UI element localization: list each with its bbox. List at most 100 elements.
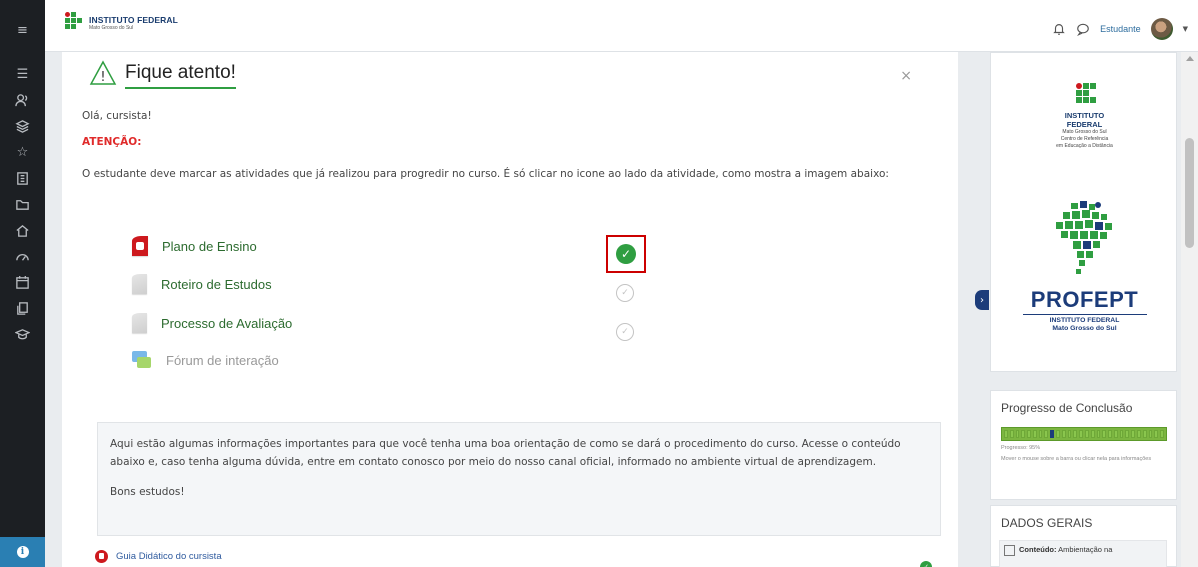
general-data-block: DADOS GERAIS Conteúdo: Ambientação na [990, 505, 1177, 567]
ifms-header-logo[interactable]: INSTITUTO FEDERAL Mato Grosso do Sul [65, 12, 178, 34]
progress-segment[interactable] [1009, 430, 1014, 438]
activity-forum-de-interacao: Fórum de interação [132, 351, 279, 369]
info-icon: i [16, 546, 29, 558]
guide-link[interactable]: Guia Didático do cursista [95, 550, 222, 563]
progress-block: Progresso de Conclusão Progresso: 95% Mo… [990, 390, 1177, 500]
activity-label: Fórum de interação [166, 352, 279, 368]
attention-label: ATENÇÃO: [82, 136, 142, 148]
guide-completion-check-icon[interactable]: ✓ [920, 561, 932, 567]
ifms-sub-3: em Educação a Distância [1056, 143, 1113, 149]
scroll-up-icon[interactable] [1186, 56, 1194, 61]
progress-bar[interactable] [1001, 427, 1167, 441]
progress-segment[interactable] [1108, 430, 1112, 438]
progress-segment[interactable] [1131, 430, 1135, 438]
user-area: Estudante ▼ [1052, 18, 1188, 40]
scrollbar-thumb[interactable] [1185, 138, 1194, 248]
list-icon [1004, 545, 1015, 556]
dashboard-icon[interactable] [0, 244, 45, 268]
calendar-icon[interactable] [0, 270, 45, 294]
activity-roteiro-de-estudos: Roteiro de Estudos [132, 274, 272, 294]
modal-content: ! Fique atento! × Olá, cursista! ATENÇÃO… [62, 52, 958, 567]
profept-map-icon [1056, 201, 1112, 274]
info-button[interactable]: i [0, 537, 45, 567]
layers-icon[interactable] [0, 114, 45, 138]
guide-label[interactable]: Guia Didático do cursista [116, 551, 222, 562]
info-box: Aqui estão algumas informações important… [97, 422, 941, 536]
pdf-icon [95, 550, 108, 563]
content-value: Ambientação na [1058, 545, 1113, 554]
logo-subtitle: Mato Grosso do Sul [89, 25, 134, 31]
progress-segment[interactable] [1096, 430, 1101, 438]
home-icon[interactable] [0, 218, 45, 242]
content-label: Conteúdo: [1019, 545, 1057, 554]
progress-segment[interactable] [1090, 430, 1095, 438]
progress-percent: Progresso: 95% [1001, 445, 1041, 451]
ifms-logo-icon [65, 12, 85, 34]
progress-segment[interactable] [1084, 430, 1089, 438]
bell-icon[interactable] [1052, 22, 1066, 36]
progress-segment[interactable] [1148, 430, 1153, 438]
folder-icon[interactable] [0, 192, 45, 216]
list-icon[interactable]: ☰ [0, 62, 45, 86]
drawer-toggle-chevron-icon[interactable]: › [975, 290, 989, 310]
progress-segment[interactable] [1142, 430, 1147, 438]
progress-segment[interactable] [1015, 430, 1020, 438]
progress-segment[interactable] [1050, 430, 1055, 438]
left-nav-rail: ≡ ☰ ☆ i [0, 0, 45, 567]
progress-segment[interactable] [1038, 430, 1043, 438]
activity-label: Plano de Ensino [162, 238, 257, 254]
progress-segment[interactable] [1056, 430, 1060, 438]
ifms-logo-icon [1074, 83, 1096, 107]
ifms-sub-2: Centro de Referência [1060, 136, 1109, 142]
document-icon [132, 274, 147, 294]
book-icon[interactable] [0, 166, 45, 190]
closing-text: Bons estudos! [110, 486, 185, 498]
progress-segment[interactable] [1032, 430, 1037, 438]
users-icon[interactable] [0, 88, 45, 112]
pdf-icon [132, 236, 148, 256]
warning-icon: ! [89, 60, 117, 90]
user-name[interactable]: Estudante [1100, 24, 1141, 34]
progress-segment[interactable] [1102, 430, 1107, 438]
progress-segment[interactable] [1061, 430, 1066, 438]
chat-bubble-icon[interactable] [1076, 22, 1090, 36]
progress-segment[interactable] [1073, 430, 1078, 438]
progress-segment[interactable] [1119, 430, 1124, 438]
hamburger-menu-icon[interactable]: ≡ [0, 18, 45, 42]
progress-segment[interactable] [1044, 430, 1049, 438]
star-icon[interactable]: ☆ [0, 140, 45, 164]
progress-segment[interactable] [1079, 430, 1083, 438]
instructions-text: O estudante deve marcar as atividades qu… [82, 168, 889, 180]
progress-segment[interactable] [1021, 430, 1026, 438]
ifms-title-1: INSTITUTO [1064, 111, 1105, 120]
content-item[interactable]: Conteúdo: Ambientação na [999, 540, 1167, 567]
chevron-down-icon[interactable]: ▼ [1183, 25, 1188, 33]
logo-title: INSTITUTO FEDERAL [89, 15, 178, 25]
progress-segment[interactable] [1067, 430, 1072, 438]
forum-icon [132, 351, 152, 369]
files-icon[interactable] [0, 296, 45, 320]
progress-segment[interactable] [1154, 430, 1159, 438]
activity-processo-de-avaliacao: Processo de Avaliação [132, 313, 292, 333]
graduation-cap-icon[interactable] [0, 322, 45, 346]
progress-title: Progresso de Conclusão [1001, 401, 1133, 415]
empty-check-circle-icon: ✓ [616, 323, 634, 341]
scrollbar[interactable] [1181, 52, 1198, 567]
progress-segment[interactable] [1136, 430, 1141, 438]
modal-title: Fique atento! [125, 62, 236, 89]
progress-segment[interactable] [1125, 430, 1130, 438]
progress-segment[interactable] [1160, 430, 1164, 438]
progress-segment[interactable] [1004, 430, 1008, 438]
completion-check-highlighted: ✓ [606, 235, 646, 273]
profept-sub-2: Mato Grosso do Sul [1052, 325, 1117, 332]
general-data-title: DADOS GERAIS [1001, 516, 1093, 530]
close-button[interactable]: × [900, 68, 912, 84]
progress-segment[interactable] [1113, 430, 1118, 438]
profept-wordmark: PROFEPT [1030, 287, 1139, 312]
greeting-text: Olá, cursista! [82, 110, 152, 122]
svg-text:!: ! [100, 70, 105, 85]
progress-segment[interactable] [1027, 430, 1031, 438]
avatar[interactable] [1150, 18, 1173, 40]
ifms-logo: INSTITUTO FEDERAL Mato Grosso do Sul Cen… [991, 83, 1178, 150]
activity-plano-de-ensino: Plano de Ensino [132, 236, 257, 256]
